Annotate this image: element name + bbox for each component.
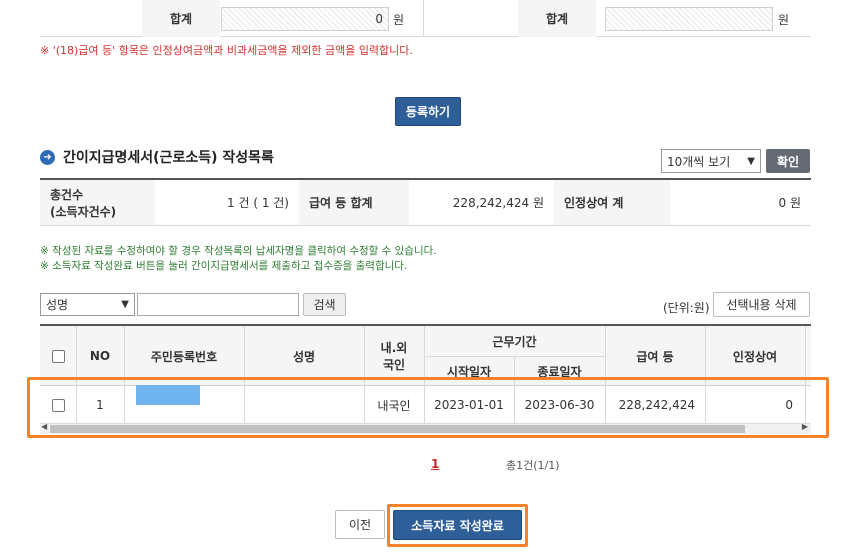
page-size-select[interactable]: 10개씩 보기 ▼ (661, 149, 761, 173)
select-all-checkbox[interactable] (51, 349, 65, 363)
row-highlight-box (27, 377, 829, 438)
confirm-button[interactable]: 확인 (766, 149, 810, 173)
pay-total-value: 228,242,424 원 (452, 196, 544, 210)
top-summary-row: 합계 0 원 합계 원 (40, 0, 811, 37)
summary-table: 총건수 (소득자건수) 1 건 ( 1 건) 급여 등 합계 228,242,4… (40, 178, 811, 226)
search-field-select-value: 성명 (46, 298, 69, 312)
section-title: 간이지급명세서(근로소득) 작성목록 (63, 150, 274, 166)
arrow-right-circle-icon: ➜ (40, 149, 55, 165)
count-label-line2: (소득자건수) (50, 204, 117, 219)
prev-button[interactable]: 이전 (335, 510, 385, 539)
left-total-unit: 원 (393, 13, 405, 27)
page-size-select-value: 10개씩 보기 (667, 154, 731, 169)
bonus-total-value: 0 원 (778, 196, 802, 210)
pagination-total: 총1건(1/1) (506, 459, 560, 472)
divider (423, 0, 424, 37)
page-link-current[interactable]: 1 (431, 457, 439, 471)
right-total-label: 합계 (518, 0, 596, 37)
header-work-period: 근무기간 (492, 334, 537, 349)
search-field-select[interactable]: 성명 ▼ (40, 293, 135, 316)
section-header: ➜ 간이지급명세서(근로소득) 작성목록 (40, 147, 274, 167)
register-button[interactable]: 등록하기 (395, 97, 461, 126)
delete-selected-button[interactable]: 선택내용 삭제 (713, 292, 810, 317)
unit-text: (단위:원) (663, 301, 710, 315)
complete-button[interactable]: 소득자료 작성완료 (393, 510, 522, 540)
count-label: 총건수 (소득자건수) (40, 180, 155, 225)
header-nationality-line2: 국인 (382, 358, 406, 372)
submit-note: ※ 소득자료 작성완료 버튼을 눌러 간이지급명세서를 제출하고 접수증을 출력… (40, 260, 408, 272)
chevron-down-icon: ▼ (121, 299, 129, 310)
bonus-total-label: 인정상여 계 (554, 180, 670, 225)
chevron-down-icon: ▼ (747, 155, 755, 167)
search-input[interactable] (137, 293, 299, 316)
right-total-unit: 원 (778, 13, 790, 27)
left-total-label: 합계 (142, 0, 220, 37)
pay-note: ※ '(18)급여 등' 항목은 인정상여금액과 비과세금액을 제외한 금액을 … (40, 44, 413, 57)
search-button[interactable]: 검색 (303, 293, 346, 316)
header-nationality-line1: 내.외 (380, 341, 408, 355)
count-value: 1 건 ( 1 건) (227, 196, 289, 210)
edit-note: ※ 작성된 자료를 수정하여야 할 경우 작성목록의 납세자명을 클릭하여 수정… (40, 245, 437, 257)
pay-total-label: 급여 등 합계 (299, 180, 409, 225)
right-total-field (605, 7, 773, 31)
left-total-field: 0 (221, 7, 389, 31)
count-label-line1: 총건수 (50, 187, 84, 202)
